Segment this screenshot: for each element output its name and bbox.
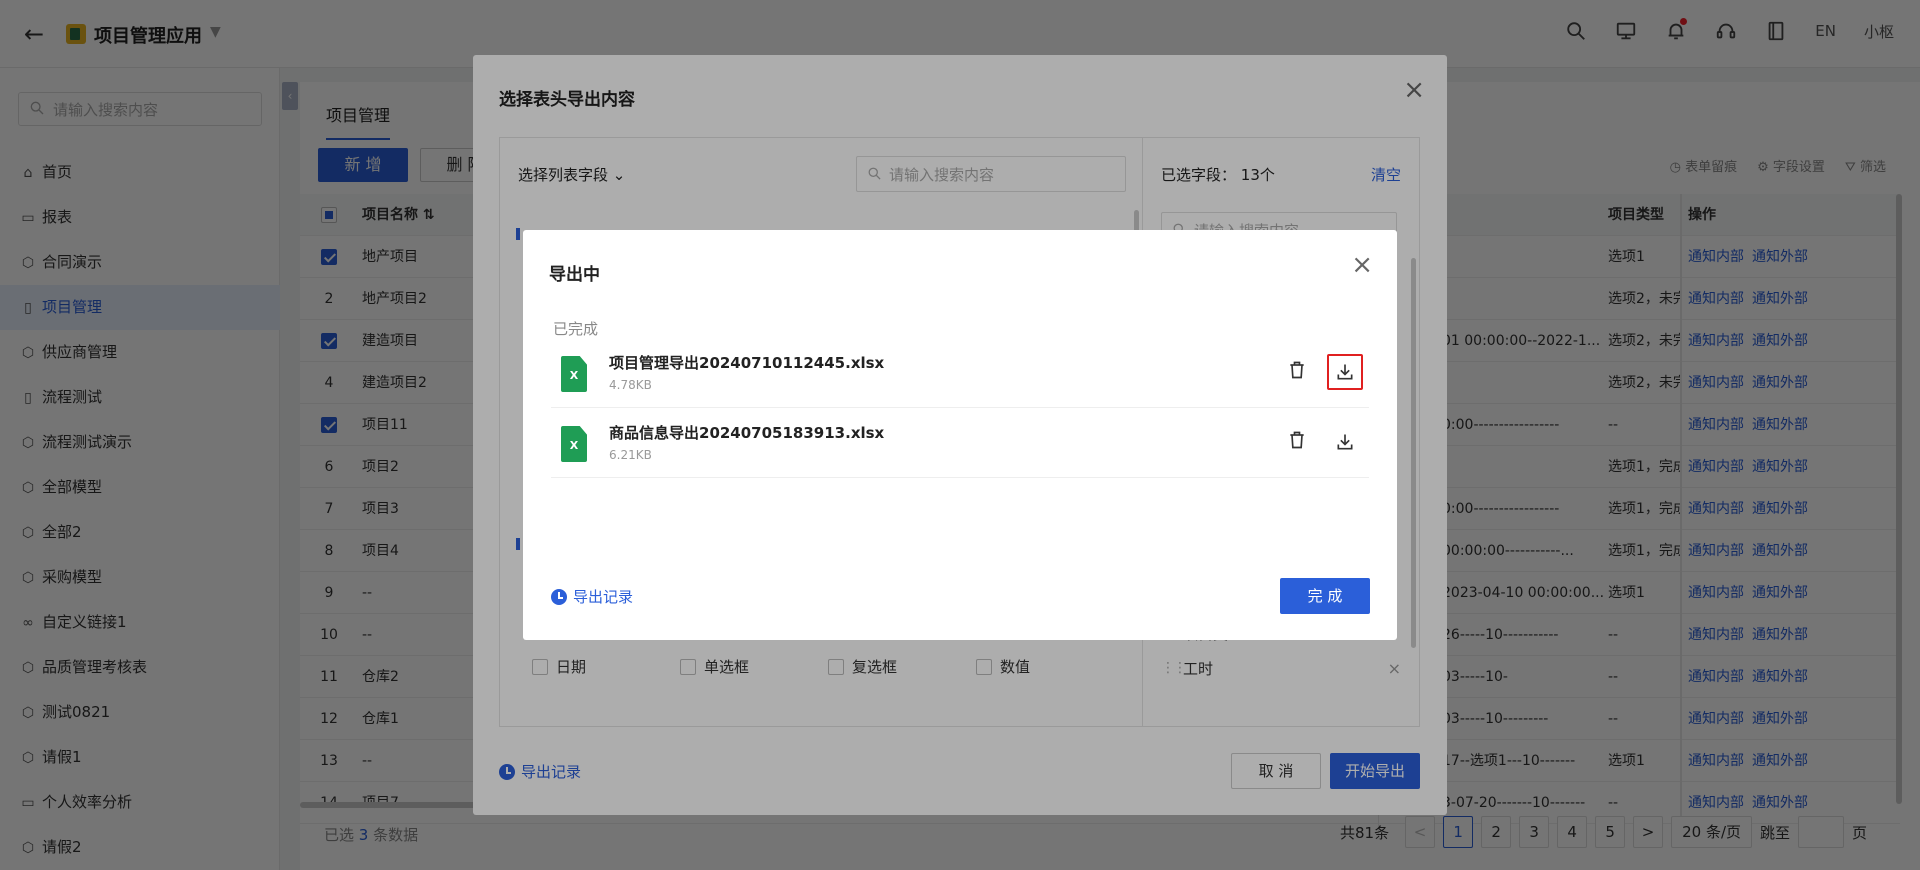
file-size: 4.78KB xyxy=(609,378,652,392)
export-file-item: X 项目管理导出20240710112445.xlsx 4.78KB xyxy=(551,338,1369,408)
export-record-label: 导出记录 xyxy=(573,588,634,606)
download-icon[interactable] xyxy=(1327,354,1363,390)
trash-icon[interactable] xyxy=(1287,430,1309,452)
exporting-dialog: 导出中 × 已完成 X 项目管理导出20240710112445.xlsx 4.78… xyxy=(523,230,1397,640)
export-file-item: X 商品信息导出20240705183913.xlsx 6.21KB xyxy=(551,408,1369,478)
file-name: 项目管理导出20240710112445.xlsx xyxy=(609,354,885,372)
done-button[interactable]: 完 成 xyxy=(1280,578,1370,614)
app-root: ← 项目管理应用 ▼ EN 小枢 请输入搜索内容 ⌂ 首页 ▭ 报表 ⬡ 合同演… xyxy=(0,0,1920,870)
excel-file-icon: X xyxy=(561,426,587,462)
completed-section-label: 已完成 xyxy=(553,320,599,338)
export-record-link[interactable]: 导出记录 xyxy=(551,586,633,607)
download-icon[interactable] xyxy=(1327,424,1363,460)
clock-icon xyxy=(551,588,567,605)
dialog-title: 导出中 xyxy=(549,265,600,285)
file-name: 商品信息导出20240705183913.xlsx xyxy=(609,424,885,442)
trash-icon[interactable] xyxy=(1287,360,1309,382)
file-size: 6.21KB xyxy=(609,448,652,462)
close-icon[interactable]: × xyxy=(1351,250,1373,280)
excel-file-icon: X xyxy=(561,356,587,392)
